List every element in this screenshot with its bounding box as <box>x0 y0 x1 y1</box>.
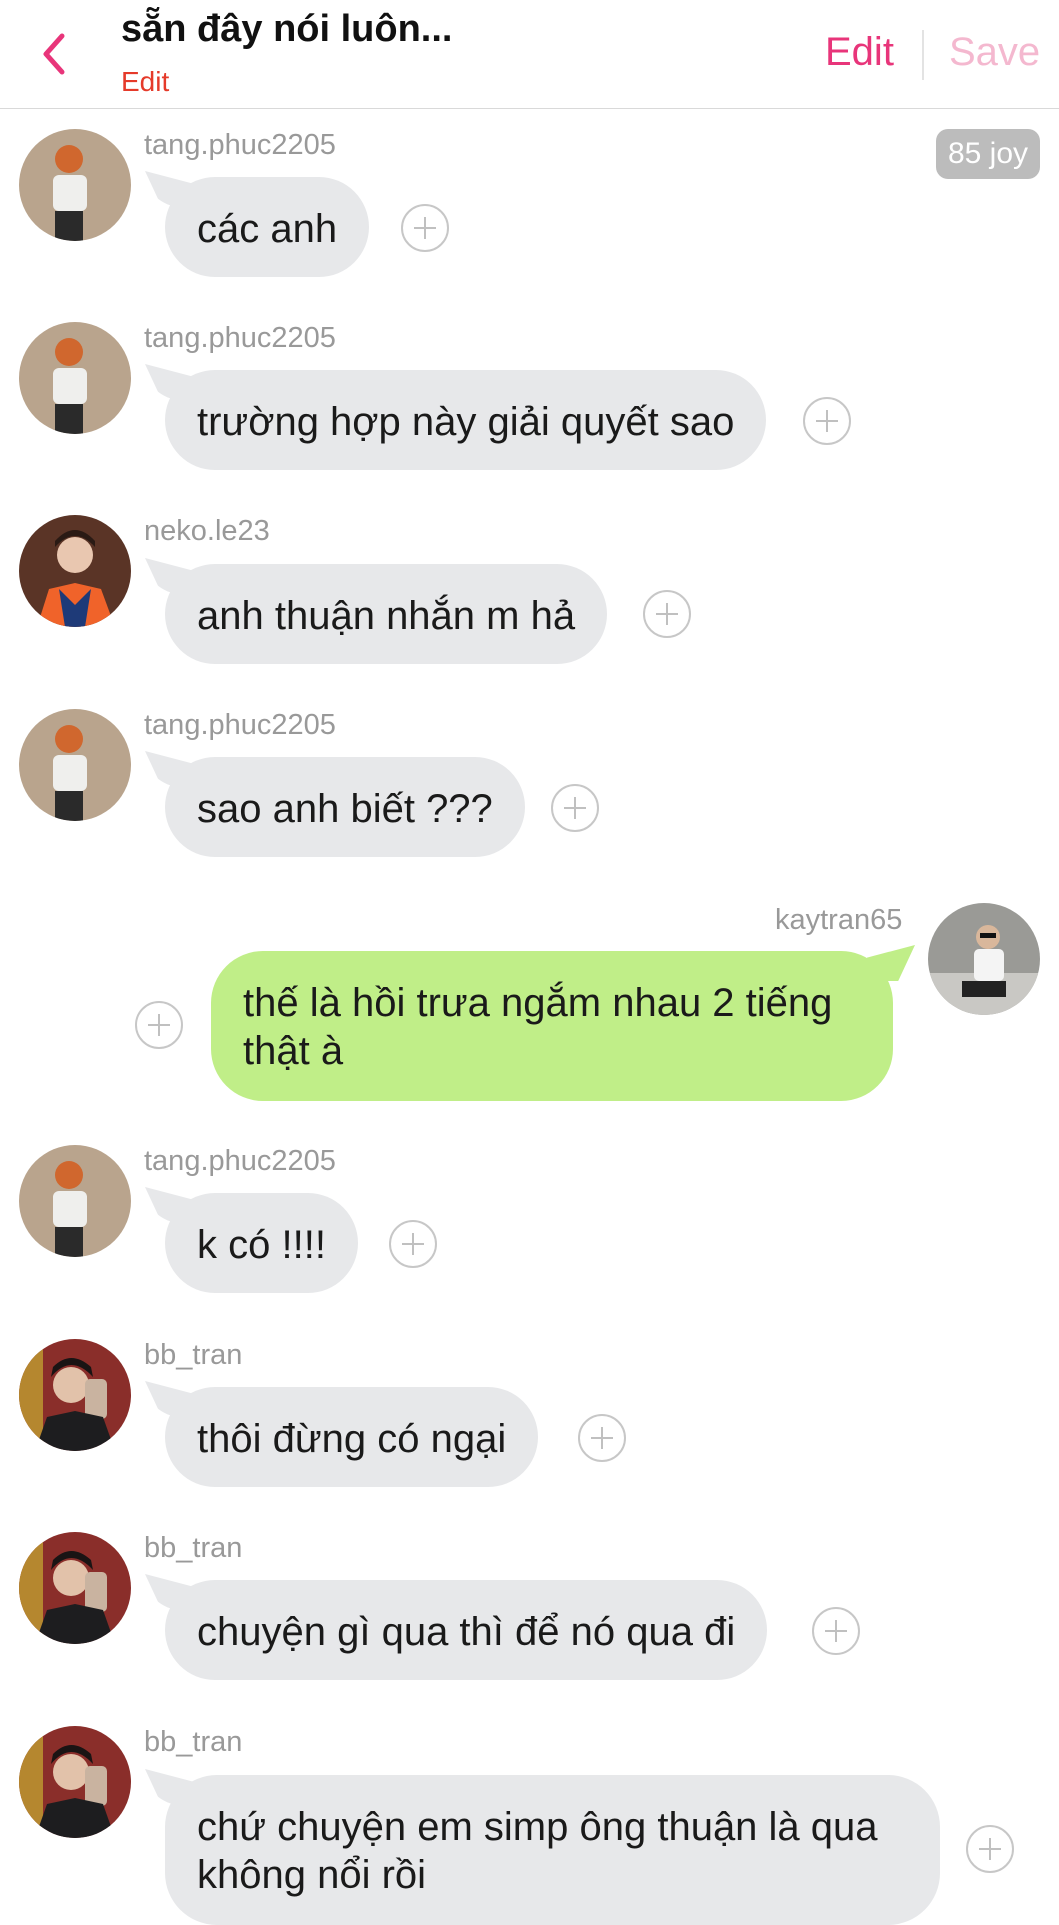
message-bubble[interactable]: chứ chuyện em simp ông thuận là qua khôn… <box>145 1769 940 1925</box>
bubble-tail <box>145 1574 193 1610</box>
avatar[interactable] <box>19 515 131 627</box>
message-bubble[interactable]: các anh <box>145 171 370 277</box>
save-button[interactable]: Save <box>949 30 1040 75</box>
avatar[interactable] <box>19 129 131 241</box>
username: tang.phuc2205 <box>144 1145 336 1177</box>
bubble-tail <box>145 1769 193 1805</box>
bubble-tail <box>145 558 193 594</box>
edit-button[interactable]: Edit <box>825 30 894 75</box>
message-bubble[interactable]: k có !!!! <box>145 1187 358 1293</box>
bubble-tail <box>145 1187 193 1223</box>
bubble-tail <box>145 171 193 207</box>
message-bubble[interactable]: thôi đừng có ngại <box>145 1381 539 1487</box>
bubble-tail <box>145 364 193 400</box>
avatar[interactable] <box>19 1145 131 1257</box>
message-bubble[interactable]: trường hợp này giải quyết sao <box>145 364 767 470</box>
message-text: các anh <box>197 207 338 251</box>
back-chevron-icon[interactable] <box>34 26 74 82</box>
username: bb_tran <box>144 1532 243 1564</box>
username: bb_tran <box>144 1726 243 1758</box>
message-text: anh thuận nhắn m hả <box>197 594 576 638</box>
avatar[interactable] <box>19 709 131 821</box>
username: kaytran65 <box>775 904 903 936</box>
add-reaction-icon[interactable] <box>389 1220 437 1268</box>
top-bar: sẵn đây nói luôn... Edit Edit Save <box>0 0 1059 109</box>
add-reaction-icon[interactable] <box>803 397 851 445</box>
avatar[interactable] <box>19 1339 131 1451</box>
joy-badge: 85 joy <box>936 129 1040 179</box>
avatar[interactable] <box>19 1726 131 1838</box>
username: neko.le23 <box>144 515 270 547</box>
message-bubble[interactable]: anh thuận nhắn m hả <box>145 558 608 664</box>
message-text: chuyện gì qua thì để nó qua đi <box>197 1610 736 1654</box>
message-bubble[interactable]: sao anh biết ??? <box>145 751 525 857</box>
username: tang.phuc2205 <box>144 322 336 354</box>
message-text: thế là hồi trưa ngắm nhau 2 tiếng thật à <box>243 981 833 1073</box>
title-edit-link[interactable]: Edit <box>121 66 169 98</box>
message-text: chứ chuyện em simp ông thuận là qua khôn… <box>197 1805 878 1897</box>
add-reaction-icon[interactable] <box>401 204 449 252</box>
username: tang.phuc2205 <box>144 709 336 741</box>
avatar[interactable] <box>928 903 1040 1015</box>
message-bubble[interactable]: chuyện gì qua thì để nó qua đi <box>145 1574 768 1680</box>
add-reaction-icon[interactable] <box>578 1414 626 1462</box>
bubble-tail <box>145 1381 193 1417</box>
header-divider <box>922 30 924 80</box>
add-reaction-icon[interactable] <box>643 590 691 638</box>
avatar[interactable] <box>19 322 131 434</box>
username: tang.phuc2205 <box>144 129 336 161</box>
add-reaction-icon[interactable] <box>135 1001 183 1049</box>
message-bubble[interactable]: thế là hồi trưa ngắm nhau 2 tiếng thật à <box>211 945 915 1101</box>
avatar[interactable] <box>19 1532 131 1644</box>
add-reaction-icon[interactable] <box>812 1607 860 1655</box>
bubble-tail <box>145 751 193 787</box>
add-reaction-icon[interactable] <box>966 1825 1014 1873</box>
add-reaction-icon[interactable] <box>551 784 599 832</box>
username: bb_tran <box>144 1339 243 1371</box>
message-text: trường hợp này giải quyết sao <box>197 400 735 444</box>
message-text: sao anh biết ??? <box>197 787 493 831</box>
bubble-tail <box>867 945 915 981</box>
message-text: thôi đừng có ngại <box>197 1417 507 1461</box>
message-text: k có !!!! <box>197 1223 326 1267</box>
chat-title: sẵn đây nói luôn... <box>121 8 453 50</box>
